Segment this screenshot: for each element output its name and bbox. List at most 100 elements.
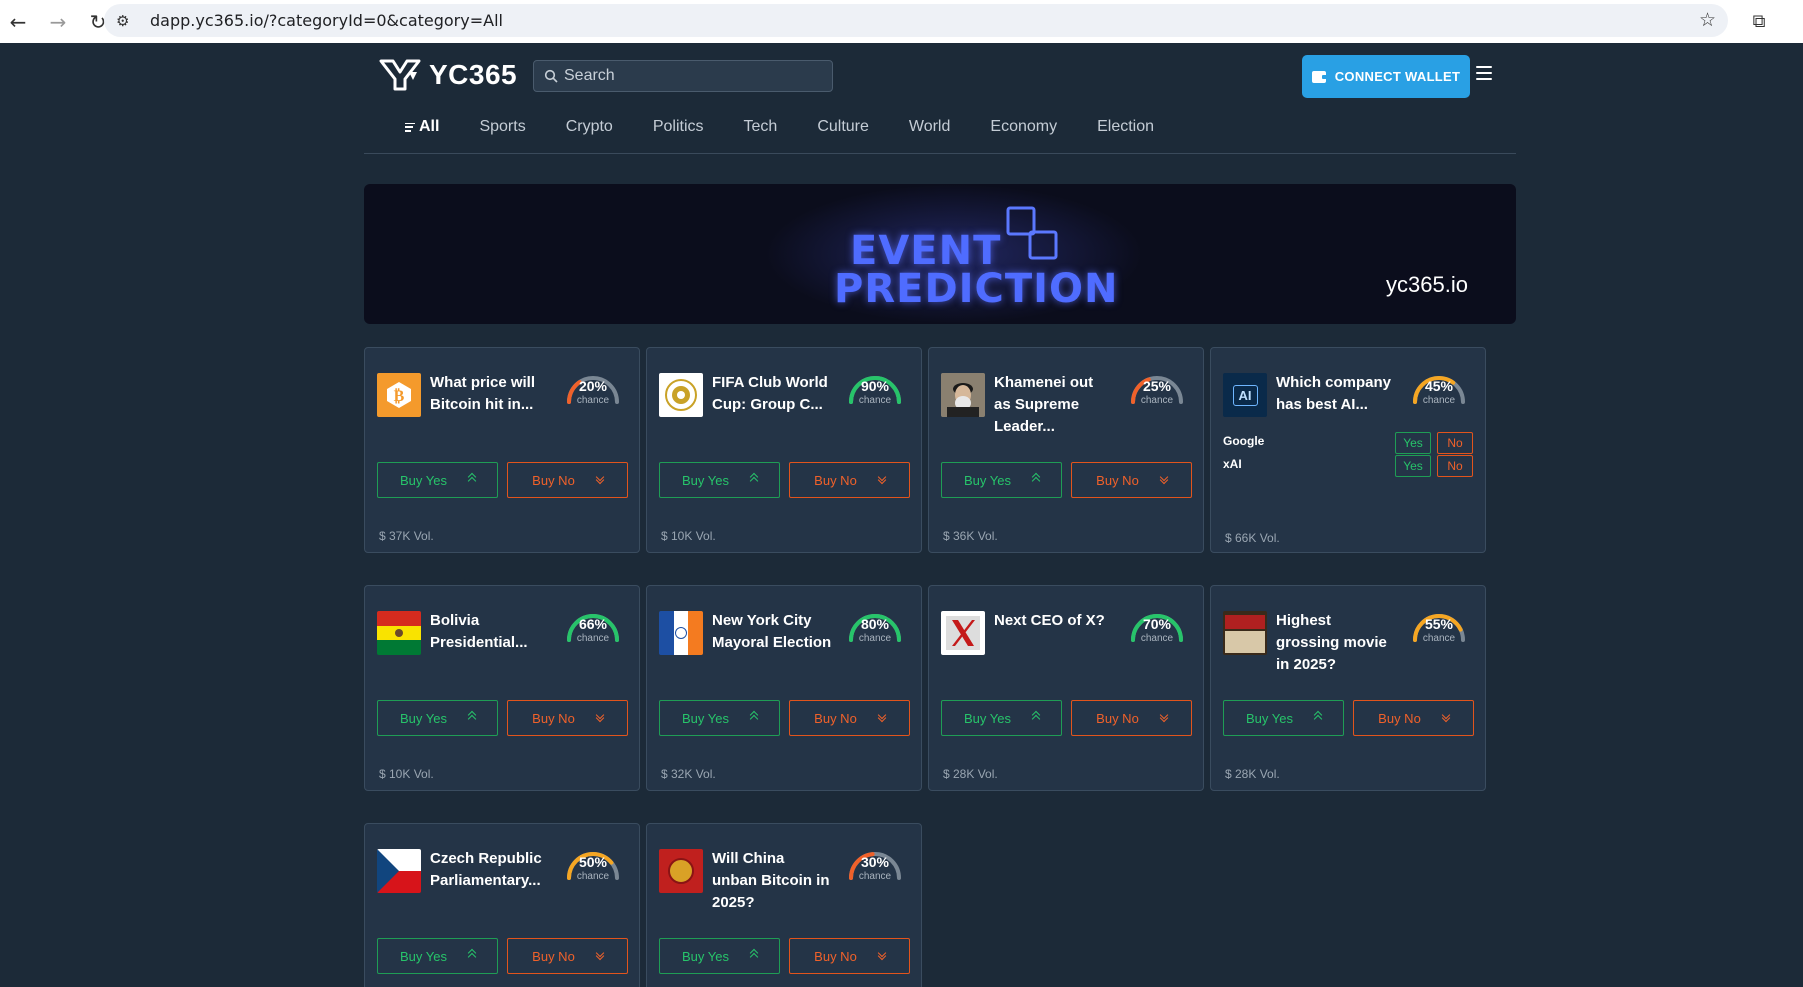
tab-all[interactable]: All bbox=[405, 118, 439, 136]
buy-yes-button[interactable]: Buy Yes bbox=[941, 700, 1062, 736]
chance-gauge: 30% chance bbox=[843, 838, 907, 888]
chance-gauge: 25% chance bbox=[1125, 362, 1189, 412]
china-thumbnail bbox=[659, 849, 703, 893]
chance-percent: 80% bbox=[860, 616, 890, 632]
ai-thumbnail: AI bbox=[1223, 373, 1267, 417]
buy-no-button[interactable]: Buy No bbox=[507, 462, 628, 498]
tab-culture[interactable]: Culture bbox=[817, 118, 869, 136]
buy-no-button[interactable]: Buy No bbox=[1071, 462, 1192, 498]
x-thumbnail bbox=[941, 611, 985, 655]
hamburger-menu-icon[interactable] bbox=[1476, 66, 1492, 80]
nyc-thumbnail bbox=[659, 611, 703, 655]
market-card[interactable]: ₿ What price will Bitcoin hit in... 20% … bbox=[364, 347, 640, 553]
tab-sports[interactable]: Sports bbox=[479, 118, 525, 136]
portrait-thumbnail bbox=[941, 373, 985, 417]
chance-percent: 50% bbox=[578, 854, 608, 870]
buy-no-button[interactable]: Buy No bbox=[507, 700, 628, 736]
bookmark-star-icon[interactable]: ☆ bbox=[1699, 9, 1716, 31]
market-card[interactable]: Czech Republic Parliamentary... 50% chan… bbox=[364, 823, 640, 987]
buy-no-label: Buy No bbox=[814, 710, 857, 726]
forward-icon[interactable]: → bbox=[40, 4, 76, 40]
tab-label: Tech bbox=[743, 118, 778, 135]
buy-yes-label: Buy Yes bbox=[682, 710, 729, 726]
market-title: Which company has best AI... bbox=[1276, 374, 1392, 413]
buy-yes-button[interactable]: Buy Yes bbox=[377, 700, 498, 736]
market-card[interactable]: FIFA Club World Cup: Group C... 90% chan… bbox=[646, 347, 922, 553]
tab-world[interactable]: World bbox=[909, 118, 951, 136]
tab-politics[interactable]: Politics bbox=[653, 118, 704, 136]
search-input[interactable] bbox=[564, 67, 824, 85]
buy-no-button[interactable]: Buy No bbox=[507, 938, 628, 974]
back-icon[interactable]: ← bbox=[0, 4, 36, 40]
buy-no-button[interactable]: Buy No bbox=[789, 700, 910, 736]
address-bar[interactable]: ⚙ dapp.yc365.io/?categoryId=0&category=A… bbox=[104, 4, 1728, 37]
search-box[interactable] bbox=[533, 60, 833, 92]
url-text: dapp.yc365.io/?categoryId=0&category=All bbox=[150, 11, 503, 30]
market-card[interactable]: Bolivia Presidential... 66% chance Buy Y… bbox=[364, 585, 640, 791]
buy-yes-button[interactable]: Buy Yes bbox=[659, 700, 780, 736]
bolivia-thumbnail bbox=[377, 611, 421, 655]
chance-label: chance bbox=[1140, 633, 1174, 644]
site-settings-icon[interactable]: ⚙ bbox=[116, 12, 140, 30]
market-card[interactable]: Next CEO of X? 70% chance Buy Yes Buy No… bbox=[928, 585, 1204, 791]
tab-crypto[interactable]: Crypto bbox=[566, 118, 613, 136]
fifa-thumbnail bbox=[659, 373, 703, 417]
market-title: FIFA Club World Cup: Group C... bbox=[712, 374, 828, 413]
buy-no-label: Buy No bbox=[532, 948, 575, 964]
option-no-button[interactable]: No bbox=[1437, 455, 1473, 477]
buy-no-button[interactable]: Buy No bbox=[789, 938, 910, 974]
volume-label: $ 66K Vol. bbox=[1225, 531, 1280, 545]
volume-label: $ 36K Vol. bbox=[943, 529, 998, 543]
market-title: Next CEO of X? bbox=[994, 612, 1105, 629]
chance-gauge: 50% chance bbox=[561, 838, 625, 888]
option-no-button[interactable]: No bbox=[1437, 432, 1473, 454]
tab-election[interactable]: Election bbox=[1097, 118, 1154, 136]
chance-percent: 20% bbox=[578, 378, 608, 394]
buy-no-button[interactable]: Buy No bbox=[1353, 700, 1474, 736]
chance-percent: 30% bbox=[860, 854, 890, 870]
buy-no-button[interactable]: Buy No bbox=[789, 462, 910, 498]
chevron-up-double-icon bbox=[749, 472, 759, 486]
chance-label: chance bbox=[576, 871, 610, 882]
volume-label: $ 28K Vol. bbox=[943, 767, 998, 781]
buy-yes-button[interactable]: Buy Yes bbox=[941, 462, 1062, 498]
volume-label: $ 28K Vol. bbox=[1225, 767, 1280, 781]
tab-label: All bbox=[419, 118, 440, 135]
chevron-up-double-icon bbox=[467, 710, 477, 724]
buy-yes-button[interactable]: Buy Yes bbox=[1223, 700, 1344, 736]
buy-yes-button[interactable]: Buy Yes bbox=[377, 462, 498, 498]
chance-percent: 55% bbox=[1424, 616, 1454, 632]
market-card[interactable]: New York City Mayoral Election 80% chanc… bbox=[646, 585, 922, 791]
chevron-down-double-icon bbox=[595, 710, 605, 723]
buy-yes-button[interactable]: Buy Yes bbox=[377, 938, 498, 974]
market-title: Bolivia Presidential... bbox=[430, 612, 528, 651]
market-card[interactable]: Highest grossing movie in 2025? 55% chan… bbox=[1210, 585, 1486, 791]
option-yes-button[interactable]: Yes bbox=[1395, 432, 1431, 454]
chance-label: chance bbox=[858, 871, 892, 882]
tab-economy[interactable]: Economy bbox=[990, 118, 1057, 136]
connect-wallet-button[interactable]: CONNECT WALLET bbox=[1302, 55, 1470, 98]
tab-tech[interactable]: Tech bbox=[744, 118, 778, 136]
tab-label: Economy bbox=[990, 118, 1058, 135]
chance-label: chance bbox=[1422, 395, 1456, 406]
extensions-icon[interactable]: ⧉ bbox=[1744, 6, 1774, 36]
event-prediction-banner[interactable]: EVENT PREDICTION yc365.io bbox=[364, 184, 1516, 324]
buy-yes-button[interactable]: Buy Yes bbox=[659, 938, 780, 974]
volume-label: $ 32K Vol. bbox=[661, 767, 716, 781]
brand-logo[interactable]: YC365 bbox=[379, 58, 517, 92]
option-yes-button[interactable]: Yes bbox=[1395, 455, 1431, 477]
volume-label: $ 10K Vol. bbox=[661, 529, 716, 543]
buy-no-button[interactable]: Buy No bbox=[1071, 700, 1192, 736]
market-card[interactable]: Will China unban Bitcoin in 2025? 30% ch… bbox=[646, 823, 922, 987]
market-card[interactable]: Khamenei out as Supreme Leader... 25% ch… bbox=[928, 347, 1204, 553]
movie-thumbnail bbox=[1223, 611, 1267, 655]
chevron-up-double-icon bbox=[749, 710, 759, 724]
banner-site: yc365.io bbox=[1386, 272, 1468, 297]
wallet-icon bbox=[1311, 70, 1327, 83]
buy-no-label: Buy No bbox=[532, 472, 575, 488]
tab-label: Politics bbox=[652, 118, 704, 135]
buy-yes-button[interactable]: Buy Yes bbox=[659, 462, 780, 498]
chance-gauge: 55% chance bbox=[1407, 600, 1471, 650]
buy-yes-label: Buy Yes bbox=[964, 472, 1011, 488]
market-card[interactable]: AI Which company has best AI... 45% chan… bbox=[1210, 347, 1486, 553]
